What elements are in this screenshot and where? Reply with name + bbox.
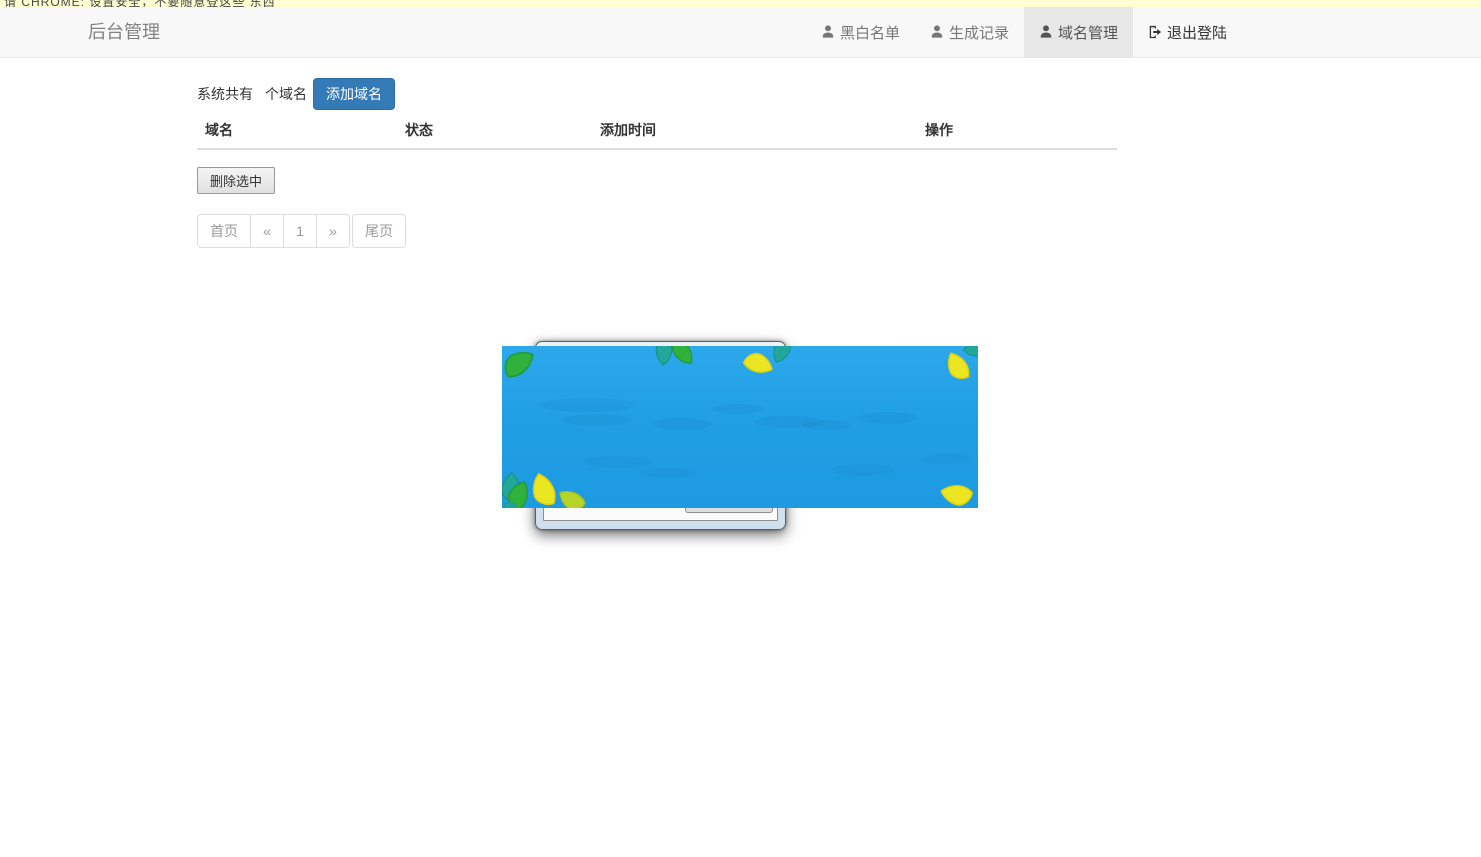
- cloud-shape: [857, 412, 917, 424]
- summary-suffix: 个域名: [265, 84, 307, 104]
- user-icon: [930, 25, 944, 39]
- nav-item-logout[interactable]: 退出登陆: [1133, 7, 1242, 57]
- pagination-prev[interactable]: «: [250, 214, 284, 248]
- nav-item-domain-management[interactable]: 域名管理: [1024, 7, 1133, 57]
- cloud-shape: [644, 468, 694, 478]
- user-icon: [1039, 25, 1053, 39]
- leaf-icon: [557, 483, 590, 508]
- col-header-domain: 域名: [197, 112, 397, 149]
- leaf-icon: [667, 346, 697, 369]
- pagination-next[interactable]: »: [316, 214, 350, 248]
- page: 请 CHROME: 设置安全，不要随意登这些 东西 后台管理 黑白名单 生成记录…: [0, 0, 1481, 857]
- col-header-operation: 操作: [917, 112, 1117, 149]
- nav-item-label: 生成记录: [949, 22, 1009, 43]
- col-header-add-time: 添加时间: [592, 112, 917, 149]
- nav-item-label: 退出登陆: [1167, 22, 1227, 43]
- pagination: 首页 « 1 » 尾页: [197, 214, 406, 248]
- cloud-shape: [582, 456, 652, 468]
- leaf-icon: [935, 470, 978, 508]
- navbar: 后台管理 黑白名单 生成记录 域名管理 退出登陆: [0, 7, 1481, 58]
- cloud-shape: [562, 414, 632, 426]
- popup-image: [502, 346, 978, 508]
- nav-group: 黑白名单 生成记录 域名管理 退出登陆: [806, 7, 1242, 57]
- add-domain-button[interactable]: 添加域名: [313, 78, 395, 110]
- cloud-shape: [712, 404, 764, 414]
- cloud-shape: [802, 420, 852, 430]
- domains-table: 域名 状态 添加时间 操作: [197, 112, 1117, 150]
- notice-text: 请 CHROME: 设置安全，不要随意登这些 东西: [4, 0, 276, 7]
- pagination-first[interactable]: 首页: [197, 214, 251, 248]
- summary-prefix: 系统共有: [197, 84, 253, 104]
- nav-item-blackwhite-list[interactable]: 黑白名单: [806, 7, 915, 57]
- nav-item-label: 黑白名单: [840, 22, 900, 43]
- nav-item-label: 域名管理: [1058, 22, 1118, 43]
- delete-selected-button[interactable]: 删除选中: [197, 167, 275, 194]
- user-icon: [821, 25, 835, 39]
- pagination-last[interactable]: 尾页: [352, 214, 406, 248]
- cloud-shape: [922, 454, 970, 464]
- leaf-icon: [502, 346, 542, 387]
- cloud-shape: [832, 464, 894, 476]
- page-title[interactable]: 后台管理: [88, 7, 160, 57]
- summary-row: 系统共有 个域名 添加域名: [197, 79, 395, 109]
- nav-item-generation-records[interactable]: 生成记录: [915, 7, 1024, 57]
- cloud-shape: [540, 398, 635, 412]
- col-header-status: 状态: [397, 112, 592, 149]
- notice-bar: 请 CHROME: 设置安全，不要随意登这些 东西: [0, 0, 1481, 7]
- cloud-shape: [652, 418, 712, 430]
- logout-icon: [1148, 25, 1162, 39]
- pagination-page-1[interactable]: 1: [283, 214, 317, 248]
- table-header-row: 域名 状态 添加时间 操作: [197, 112, 1117, 149]
